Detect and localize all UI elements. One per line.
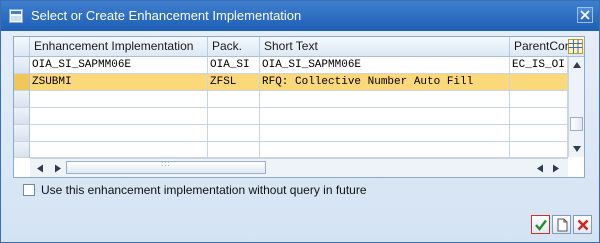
table-config-icon[interactable] [567, 38, 584, 55]
select-all-header[interactable] [14, 37, 30, 57]
row-selector[interactable] [14, 108, 30, 125]
sap-window-icon [9, 9, 23, 23]
ok-button[interactable] [531, 215, 550, 234]
cancel-button[interactable] [573, 215, 592, 234]
row-selector[interactable] [14, 57, 30, 74]
column-header-enhancement-implementation[interactable]: Enhancement Implementation [30, 37, 208, 57]
empty-cell [30, 108, 208, 125]
cell-short-text[interactable]: RFQ: Collective Number Auto Fill [260, 74, 510, 91]
empty-cell [510, 108, 568, 125]
cell-package[interactable]: ZFSL [208, 74, 260, 91]
new-document-icon [557, 218, 568, 232]
title-bar[interactable]: Select or Create Enhancement Implementat… [1, 1, 599, 31]
dialog-title: Select or Create Enhancement Implementat… [31, 8, 302, 23]
horizontal-scrollbar[interactable]: ::: [30, 158, 568, 177]
scroll-up-icon[interactable] [572, 61, 582, 69]
scroll-grip-icon: ::: [161, 159, 171, 168]
close-button[interactable] [577, 7, 593, 23]
cell-enhancement-implementation[interactable]: ZSUBMI [30, 74, 208, 91]
close-icon [580, 10, 590, 20]
empty-cell [30, 125, 208, 142]
empty-cell [510, 91, 568, 108]
dialog-window: Select or Create Enhancement Implementat… [0, 0, 600, 243]
empty-cell [260, 142, 510, 158]
column-header-package[interactable]: Pack. [208, 37, 260, 57]
empty-cell [208, 125, 260, 142]
empty-cell [208, 91, 260, 108]
cell-short-text[interactable]: OIA_SI_SAPMM06E [260, 57, 510, 74]
horizontal-scroll-thumb[interactable]: ::: [66, 159, 266, 174]
scroll-down-icon[interactable] [572, 145, 582, 153]
empty-cell [260, 125, 510, 142]
implementation-table: Enhancement Implementation Pack. Short T… [13, 36, 585, 178]
cancel-x-icon [577, 219, 589, 231]
cell-parent-container[interactable] [510, 74, 568, 91]
scroll-left-icon[interactable] [36, 164, 44, 173]
row-selector[interactable] [14, 125, 30, 142]
empty-cell [30, 91, 208, 108]
row-selector[interactable] [14, 142, 30, 158]
vertical-scrollbar[interactable] [568, 57, 584, 157]
scroll-right-icon[interactable] [552, 164, 560, 173]
empty-cell [260, 91, 510, 108]
cell-package[interactable]: OIA_SI [208, 57, 260, 74]
column-header-short-text[interactable]: Short Text [260, 37, 510, 57]
scroll-right-icon[interactable] [54, 164, 62, 173]
empty-cell [510, 125, 568, 142]
empty-cell [260, 108, 510, 125]
no-query-checkbox[interactable] [23, 184, 35, 196]
scroll-left-icon[interactable] [536, 164, 544, 173]
row-selector[interactable] [14, 74, 30, 91]
empty-cell [30, 142, 208, 158]
row-selector[interactable] [14, 91, 30, 108]
empty-cell [510, 142, 568, 158]
cell-enhancement-implementation[interactable]: OIA_SI_SAPMM06E [30, 57, 208, 74]
empty-cell [208, 142, 260, 158]
create-button[interactable] [552, 215, 571, 234]
empty-cell [208, 108, 260, 125]
cell-parent-container[interactable]: EC_IS_OI [510, 57, 568, 74]
vertical-scroll-thumb[interactable] [570, 117, 583, 131]
no-query-label: Use this enhancement implementation with… [41, 183, 367, 197]
checkmark-icon [535, 219, 547, 231]
